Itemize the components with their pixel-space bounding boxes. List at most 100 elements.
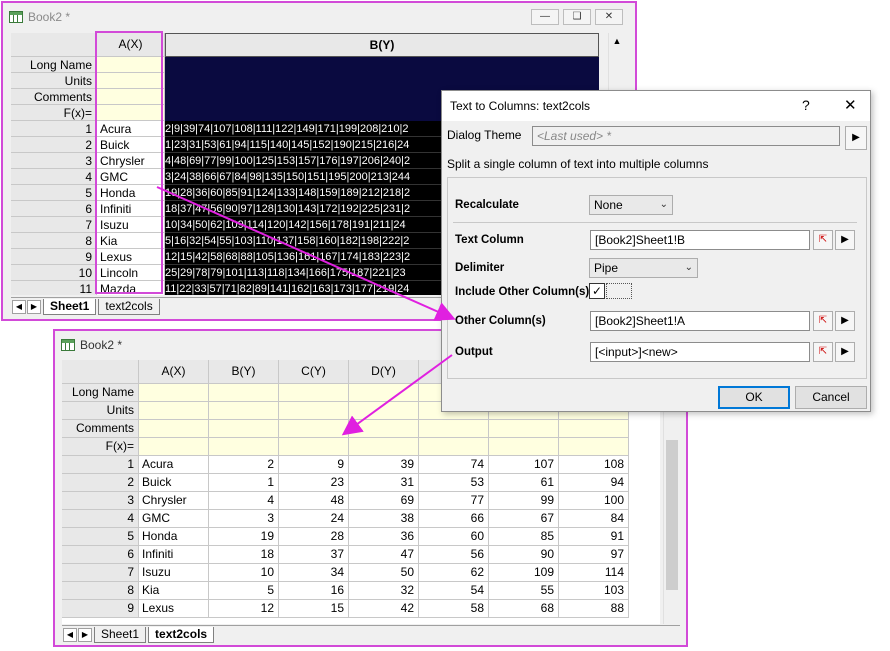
label-cell[interactable]: [489, 420, 559, 438]
row-number[interactable]: 10: [11, 265, 97, 281]
tab-sheet1[interactable]: Sheet1: [94, 626, 147, 643]
row-number[interactable]: 3: [11, 153, 97, 169]
cell-value[interactable]: 34: [279, 564, 349, 582]
cell-a[interactable]: GMC: [139, 510, 209, 528]
row-number[interactable]: 9: [62, 600, 139, 618]
cell-a[interactable]: Lexus: [139, 600, 209, 618]
column-header[interactable]: A(X): [139, 360, 209, 384]
label-cell[interactable]: [209, 420, 279, 438]
cell-value[interactable]: 77: [419, 492, 489, 510]
cell-value[interactable]: 31: [349, 474, 419, 492]
cell-value[interactable]: 109: [489, 564, 559, 582]
label-cell[interactable]: [349, 438, 419, 456]
cell-value[interactable]: 91: [559, 528, 629, 546]
cell-value[interactable]: 10: [209, 564, 279, 582]
tab-next-icon[interactable]: ▶: [27, 299, 41, 314]
tab-sheet1[interactable]: Sheet1: [43, 298, 97, 315]
cell-value[interactable]: 47: [349, 546, 419, 564]
cell-value[interactable]: 88: [559, 600, 629, 618]
recalculate-select[interactable]: None ⌄: [589, 195, 673, 215]
cell-value[interactable]: 54: [419, 582, 489, 600]
row-label[interactable]: Comments: [62, 420, 139, 438]
cell-value[interactable]: 68: [489, 600, 559, 618]
grid-corner[interactable]: [62, 360, 139, 384]
row-number[interactable]: 7: [11, 217, 97, 233]
label-cell[interactable]: [419, 438, 489, 456]
column-header[interactable]: B(Y): [209, 360, 279, 384]
label-cell[interactable]: [559, 438, 629, 456]
cell-value[interactable]: 12: [209, 600, 279, 618]
cell-a[interactable]: Acura: [139, 456, 209, 474]
cell-value[interactable]: 90: [489, 546, 559, 564]
text-column-field[interactable]: [Book2]Sheet1!B: [590, 230, 810, 250]
row-number[interactable]: 8: [11, 233, 97, 249]
delimiter-select[interactable]: Pipe ⌄: [589, 258, 698, 278]
restore-button[interactable]: ❑: [563, 9, 591, 25]
label-cell[interactable]: [139, 438, 209, 456]
column-header[interactable]: D(Y): [349, 360, 419, 384]
row-number[interactable]: 2: [62, 474, 139, 492]
label-cell[interactable]: [279, 438, 349, 456]
text-column-menu-icon[interactable]: ▶: [835, 230, 855, 250]
cell-value[interactable]: 99: [489, 492, 559, 510]
output-select-icon[interactable]: ⇱: [813, 342, 833, 362]
cell-value[interactable]: 67: [489, 510, 559, 528]
label-cell[interactable]: [489, 438, 559, 456]
label-cell[interactable]: [165, 73, 599, 89]
output-field[interactable]: [<input>]<new>: [590, 342, 810, 362]
cell-value[interactable]: 32: [349, 582, 419, 600]
cell-value[interactable]: 69: [349, 492, 419, 510]
row-number[interactable]: 6: [62, 546, 139, 564]
cell-value[interactable]: 62: [419, 564, 489, 582]
cell-value[interactable]: 107: [489, 456, 559, 474]
close-button[interactable]: ✕: [595, 9, 623, 25]
cell-value[interactable]: 50: [349, 564, 419, 582]
row-number[interactable]: 5: [11, 185, 97, 201]
label-cell[interactable]: [279, 420, 349, 438]
cell-value[interactable]: 18: [209, 546, 279, 564]
dialog-titlebar[interactable]: Text to Columns: text2cols ? ✕: [442, 91, 870, 121]
cell-value[interactable]: 53: [419, 474, 489, 492]
label-cell[interactable]: [209, 402, 279, 420]
cell-value[interactable]: 3: [209, 510, 279, 528]
dialog-theme-field[interactable]: <Last used> *: [532, 126, 840, 146]
tab-text2cols[interactable]: text2cols: [148, 626, 215, 643]
cell-value[interactable]: 100: [559, 492, 629, 510]
row-number[interactable]: 8: [62, 582, 139, 600]
cell-value[interactable]: 97: [559, 546, 629, 564]
cell-a[interactable]: Isuzu: [139, 564, 209, 582]
cell-value[interactable]: 84: [559, 510, 629, 528]
cell-value[interactable]: 24: [279, 510, 349, 528]
cell-value[interactable]: 19: [209, 528, 279, 546]
row-number[interactable]: 9: [11, 249, 97, 265]
row-number[interactable]: 4: [62, 510, 139, 528]
cancel-button[interactable]: Cancel: [795, 386, 867, 409]
help-button[interactable]: ?: [802, 97, 810, 113]
cell-value[interactable]: 108: [559, 456, 629, 474]
cell-value[interactable]: 60: [419, 528, 489, 546]
theme-menu-arrow-icon[interactable]: ▶: [845, 126, 867, 150]
label-cell[interactable]: [139, 384, 209, 402]
row-number[interactable]: 2: [11, 137, 97, 153]
cell-value[interactable]: 39: [349, 456, 419, 474]
cell-value[interactable]: 28: [279, 528, 349, 546]
cell-a[interactable]: Infiniti: [139, 546, 209, 564]
tab-prev-icon[interactable]: ◀: [63, 627, 77, 642]
cell-value[interactable]: 48: [279, 492, 349, 510]
label-cell[interactable]: [209, 384, 279, 402]
column-header-b[interactable]: B(Y): [165, 33, 599, 57]
row-label[interactable]: F(x)=: [62, 438, 139, 456]
row-label[interactable]: Units: [62, 402, 139, 420]
cell-value[interactable]: 5: [209, 582, 279, 600]
cell-a[interactable]: Honda: [139, 528, 209, 546]
cell-value[interactable]: 38: [349, 510, 419, 528]
other-columns-menu-icon[interactable]: ▶: [835, 311, 855, 331]
label-cell[interactable]: [279, 402, 349, 420]
cell-value[interactable]: 74: [419, 456, 489, 474]
label-cell[interactable]: [139, 420, 209, 438]
cell-a[interactable]: Kia: [139, 582, 209, 600]
label-cell[interactable]: [139, 402, 209, 420]
cell-value[interactable]: 23: [279, 474, 349, 492]
cell-value[interactable]: 94: [559, 474, 629, 492]
cell-value[interactable]: 15: [279, 600, 349, 618]
